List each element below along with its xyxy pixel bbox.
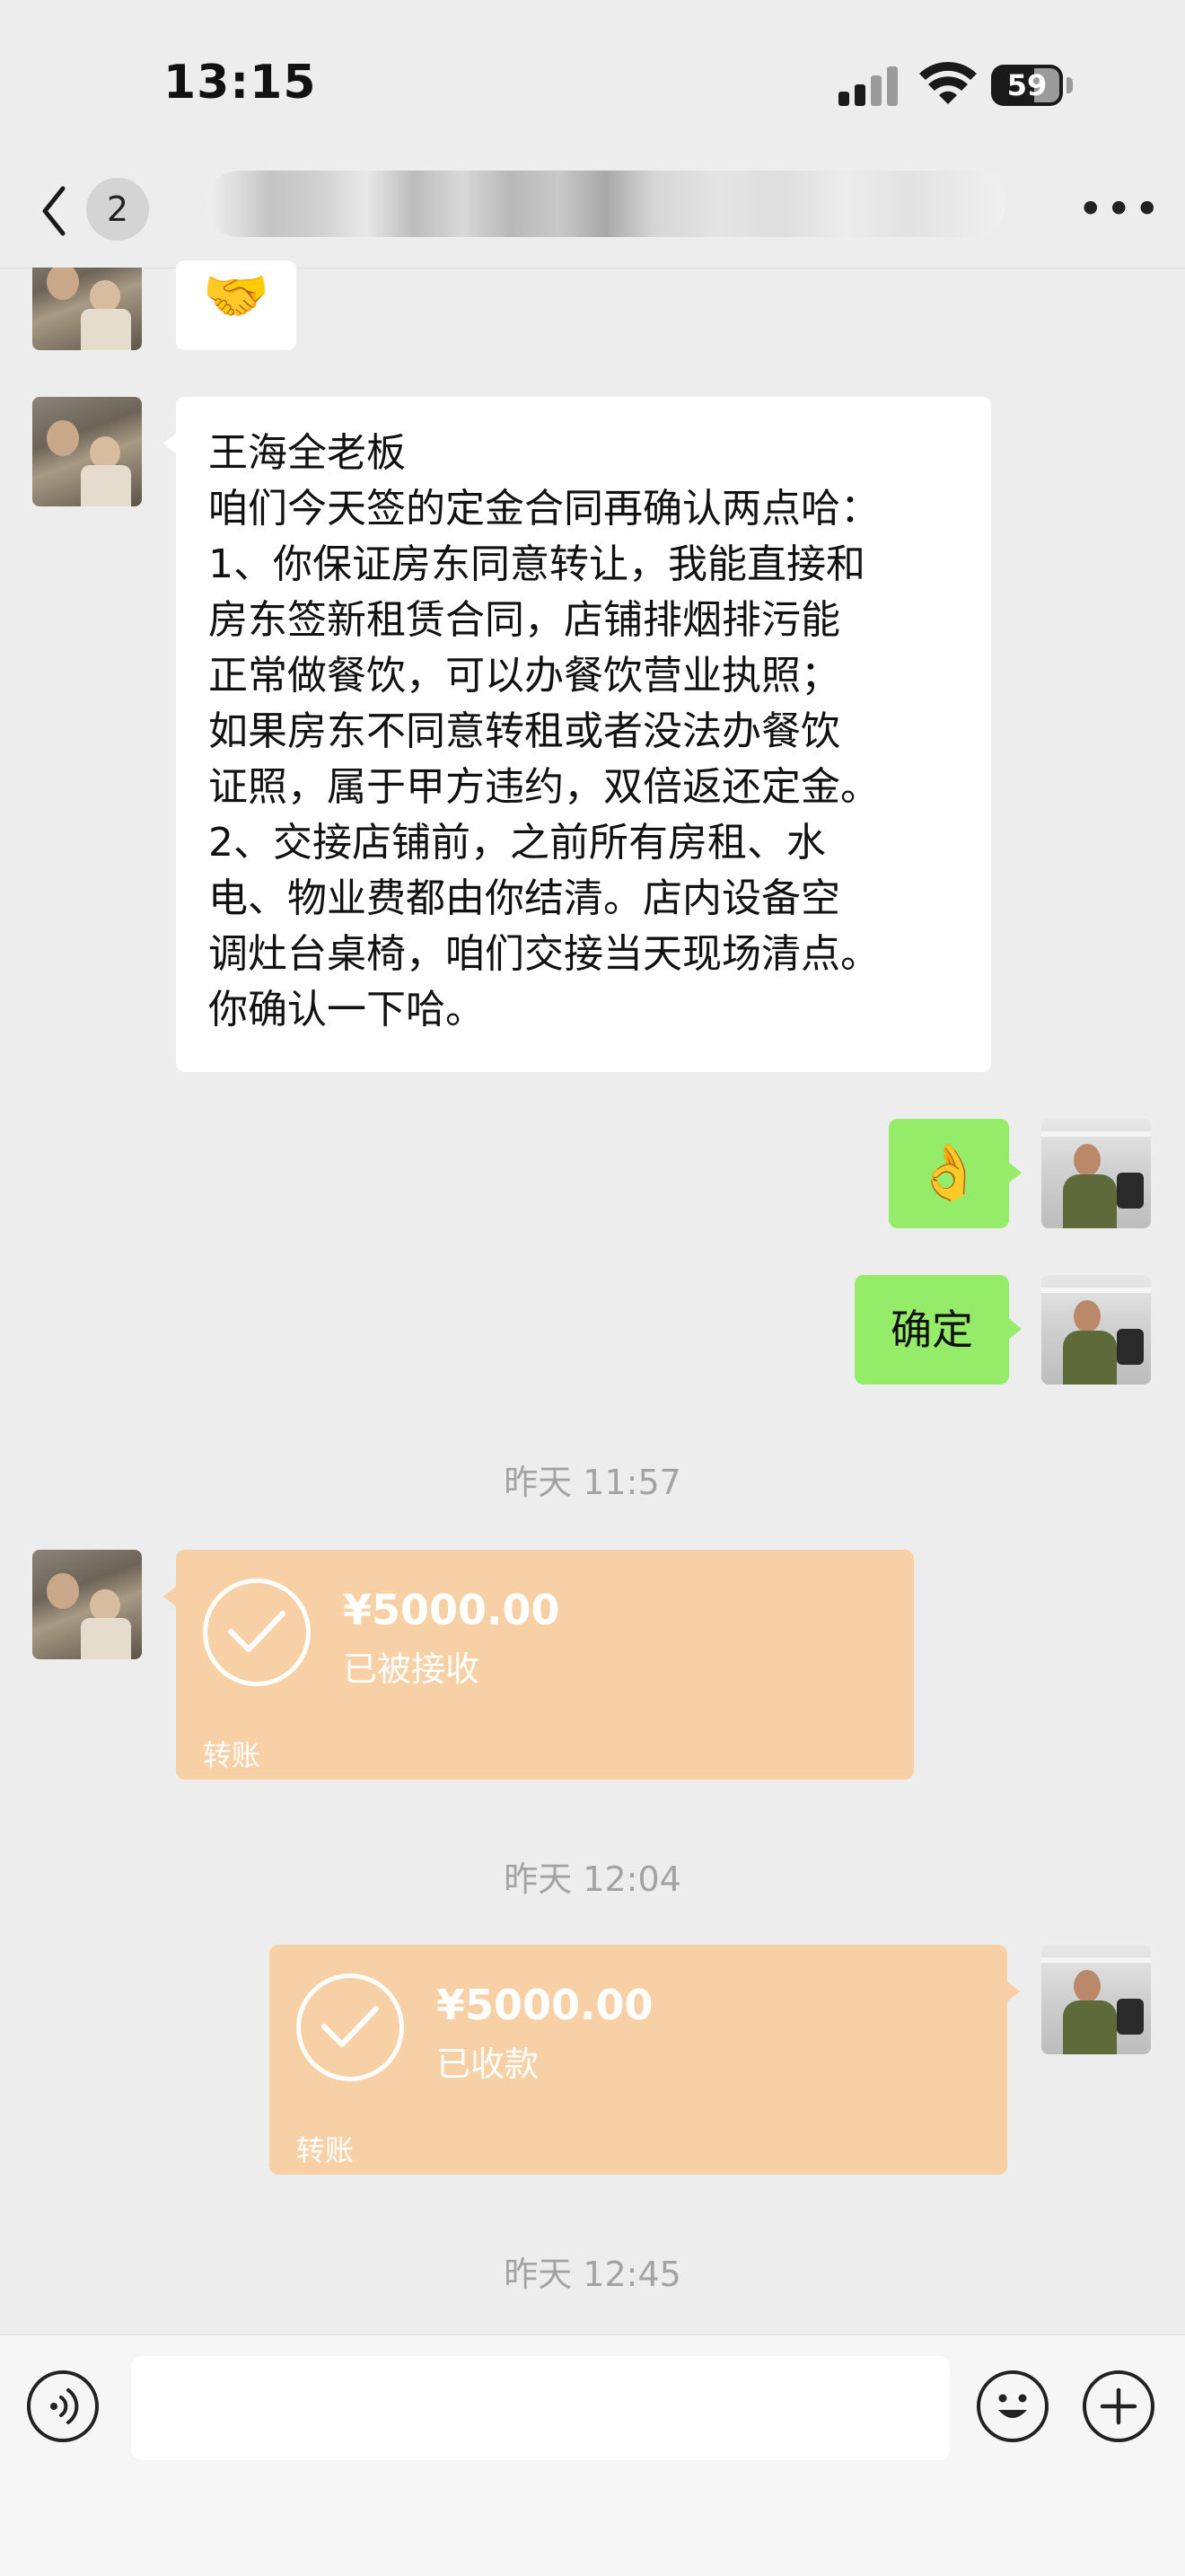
ok-hand-emoji-icon: 👌 (915, 1141, 983, 1204)
battery-percent: 59 (1006, 68, 1048, 102)
voice-icon[interactable] (27, 2370, 99, 2442)
contact-avatar[interactable] (32, 1550, 142, 1659)
back-arrow-icon[interactable] (36, 180, 72, 242)
transfer-label: 转账 (203, 1738, 261, 1772)
checkmark-circle-icon (296, 1974, 404, 2081)
message-bubble-text-sent[interactable]: 确定 (855, 1275, 1022, 1385)
transfer-status: 已被接收 (343, 1649, 480, 1689)
transfer-amount: ¥5000.00 (436, 1981, 654, 2029)
more-options-button[interactable]: ••• (1077, 187, 1160, 232)
timestamp: 昨天 12:45 (504, 2255, 681, 2294)
transfer-status: 已收款 (436, 2044, 540, 2084)
battery-icon: 59 (991, 65, 1074, 106)
checkmark-circle-icon (203, 1578, 311, 1686)
contact-avatar[interactable] (32, 397, 142, 506)
status-time: 13:15 (163, 56, 317, 110)
message-bubble-emoji-sent[interactable]: 👌 (889, 1119, 1022, 1228)
my-avatar[interactable] (1041, 1119, 1151, 1228)
timestamp: 昨天 12:04 (504, 1859, 681, 1899)
plus-icon[interactable] (1083, 2370, 1154, 2442)
smiley-icon[interactable] (977, 2370, 1049, 2442)
transfer-label: 转账 (296, 2133, 355, 2167)
my-avatar[interactable] (1041, 1275, 1151, 1385)
timestamp: 昨天 11:57 (504, 1463, 681, 1502)
cellular-signal-icon (838, 66, 898, 106)
message-text: 王海全老板 咱们今天签的定金合同再确认两点哈： 1、你保证房东同意转让，我能直接… (208, 430, 880, 1033)
my-avatar[interactable] (1041, 1945, 1151, 2054)
unread-count-badge[interactable]: 2 (86, 178, 149, 241)
message-bubble-text[interactable]: 王海全老板 咱们今天签的定金合同再确认两点哈： 1、你保证房东同意转让，我能直接… (163, 397, 991, 1072)
wifi-icon (919, 62, 977, 104)
message-bubble-emoji[interactable]: 🤝 (176, 260, 296, 350)
transfer-amount: ¥5000.00 (343, 1586, 560, 1634)
message-text: 确定 (891, 1306, 973, 1354)
message-input[interactable] (131, 2356, 950, 2460)
chat-title-blur (206, 171, 1005, 237)
transfer-card-received[interactable]: ¥5000.00 已被接收 转账 (163, 1550, 914, 1780)
transfer-card-collected[interactable]: ¥5000.00 已收款 转账 (269, 1945, 1020, 2175)
handshake-emoji-icon: 🤝 (202, 265, 270, 328)
